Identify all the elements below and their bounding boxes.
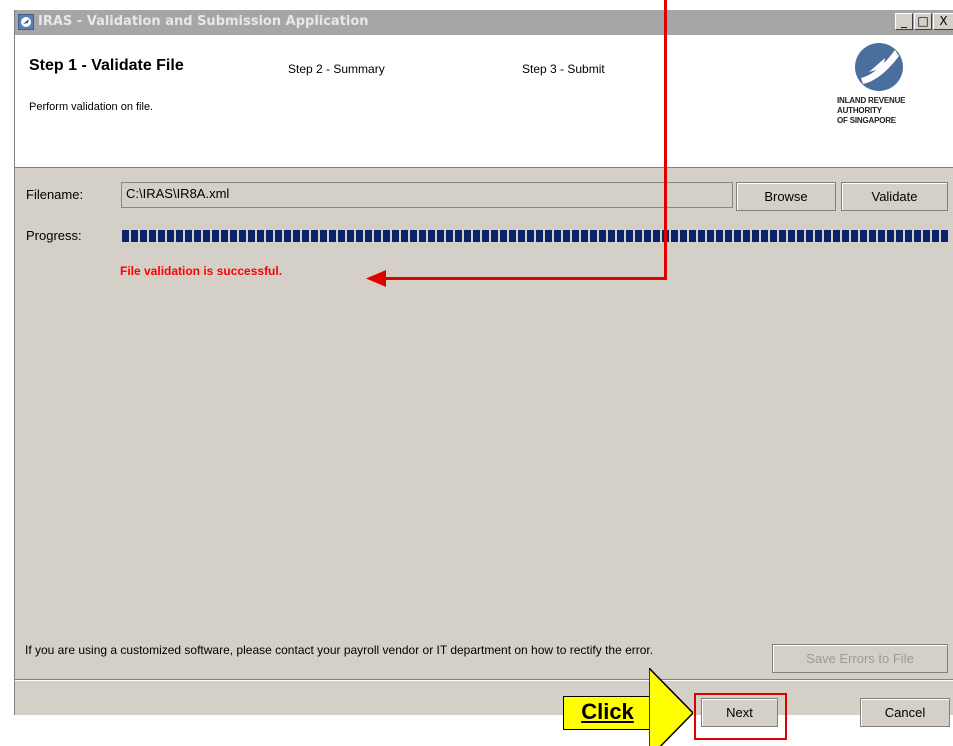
iras-logo: INLAND REVENUE AUTHORITY OF SINGAPORE <box>837 40 947 140</box>
progress-fill <box>122 230 948 242</box>
save-errors-button: Save Errors to File <box>772 644 948 673</box>
annotation-arrowhead-icon <box>366 270 386 287</box>
step-description: Perform validation on file. <box>29 101 154 113</box>
step-3-label: Step 3 - Submit <box>522 62 605 76</box>
click-callout-label: Click <box>581 699 634 724</box>
iras-emblem-icon <box>855 43 903 91</box>
app-icon <box>18 14 34 30</box>
logo-text: INLAND REVENUE AUTHORITY OF SINGAPORE <box>837 96 906 125</box>
title-bar[interactable]: IRAS - Validation and Submission Applica… <box>15 10 953 35</box>
progress-bar <box>122 230 948 242</box>
validate-button[interactable]: Validate <box>841 182 948 211</box>
click-callout: Click <box>563 696 650 730</box>
footer-divider <box>15 679 953 680</box>
step-2-label: Step 2 - Summary <box>288 62 385 76</box>
window-title: IRAS - Validation and Submission Applica… <box>38 14 369 29</box>
maximize-button[interactable]: □ <box>914 13 932 30</box>
app-window: IRAS - Validation and Submission Applica… <box>14 10 953 727</box>
status-message: File validation is successful. <box>120 264 283 278</box>
annotation-line-horizontal <box>384 277 667 280</box>
minimize-button[interactable]: _ <box>895 13 913 30</box>
next-button-highlight <box>694 693 787 740</box>
cancel-button[interactable]: Cancel <box>860 698 950 727</box>
wizard-header: Step 1 - Validate File Step 2 - Summary … <box>15 35 953 168</box>
annotation-line-vertical <box>664 0 667 280</box>
progress-label: Progress: <box>26 228 82 243</box>
filename-field[interactable]: C:\IRAS\IR8A.xml <box>121 182 733 208</box>
callout-arrow-icon <box>649 668 693 746</box>
close-button[interactable]: X <box>933 13 953 30</box>
filename-label: Filename: <box>26 187 84 202</box>
help-text: If you are using a customized software, … <box>25 643 654 657</box>
step-1-label: Step 1 - Validate File <box>29 57 184 74</box>
browse-button[interactable]: Browse <box>736 182 836 211</box>
